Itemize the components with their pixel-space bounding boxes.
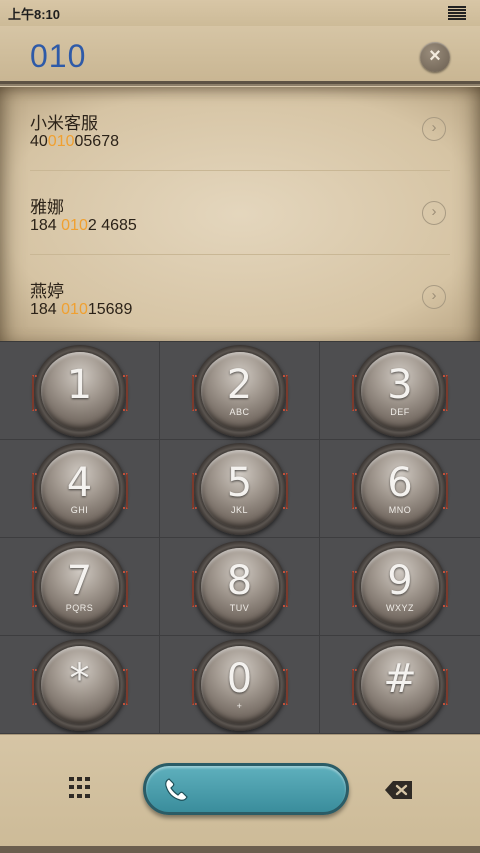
key-2[interactable]: 2 ABC <box>160 342 320 440</box>
key-letters: + <box>236 700 243 711</box>
key-button[interactable]: 6 MNO <box>361 449 439 528</box>
key-button[interactable]: 4 GHI <box>40 449 119 528</box>
key-letters: ABC <box>229 406 250 417</box>
key-star[interactable]: * <box>0 636 160 734</box>
list-item[interactable]: 燕婷 184 01015689 › <box>30 255 450 339</box>
key-digit: # <box>383 655 417 702</box>
key-3[interactable]: 3 DEF <box>320 342 480 440</box>
key-digit: 5 <box>226 459 253 506</box>
contact-phone: 4001005678 <box>30 133 119 150</box>
key-letters: JKL <box>230 504 248 515</box>
key-digit: 4 <box>66 459 93 506</box>
key-letters: TUV <box>229 602 250 613</box>
close-icon[interactable]: × <box>420 42 450 72</box>
key-button[interactable]: * <box>40 645 119 724</box>
key-digit: 6 <box>387 459 413 506</box>
contact-name: 雅娜 <box>30 198 64 218</box>
call-button[interactable] <box>143 763 349 815</box>
contact-phone: 184 0102 4685 <box>30 217 137 234</box>
key-letters: WXYZ <box>386 602 414 613</box>
dialed-number[interactable]: 010 <box>30 38 86 75</box>
contact-name: 小米客服 <box>30 114 98 134</box>
chevron-right-icon[interactable]: › <box>422 201 446 225</box>
key-button[interactable]: 3 DEF <box>361 351 439 430</box>
key-letters: MNO <box>388 504 412 515</box>
key-button[interactable]: 5 JKL <box>200 449 279 528</box>
contact-suggestions: 小米客服 4001005678 › 雅娜 184 0102 4685 › 燕婷 … <box>0 87 480 341</box>
key-digit: 1 <box>66 361 93 408</box>
key-letters: DEF <box>390 406 410 417</box>
key-digit: 7 <box>66 557 93 604</box>
backspace-icon[interactable] <box>384 779 414 801</box>
key-digit: 2 <box>226 361 253 408</box>
key-6[interactable]: 6 MNO <box>320 440 480 538</box>
key-digit: 0 <box>226 655 253 702</box>
key-8[interactable]: 8 TUV <box>160 538 320 636</box>
key-button[interactable]: # <box>361 645 439 724</box>
list-item[interactable]: 小米客服 4001005678 › <box>30 87 450 171</box>
key-4[interactable]: 4 GHI <box>0 440 160 538</box>
dialpad-icon[interactable] <box>68 777 90 799</box>
key-9[interactable]: 9 WXYZ <box>320 538 480 636</box>
key-letters: PQRS <box>65 602 94 613</box>
key-button[interactable]: 0 + <box>200 645 279 724</box>
bottom-bar <box>0 734 480 846</box>
dial-header: 010 × <box>0 26 480 84</box>
key-digit: * <box>69 655 90 702</box>
key-hash[interactable]: # <box>320 636 480 734</box>
key-button[interactable]: 8 TUV <box>200 547 279 626</box>
key-letters: GHI <box>70 504 89 515</box>
key-digit: 9 <box>387 557 413 604</box>
key-digit: 3 <box>387 361 413 408</box>
key-7[interactable]: 7 PQRS <box>0 538 160 636</box>
key-button[interactable]: 7 PQRS <box>40 547 119 626</box>
status-bar: 上午8:10 <box>0 0 480 26</box>
key-1[interactable]: 1 <box>0 342 160 440</box>
contact-phone: 184 01015689 <box>30 301 133 318</box>
chevron-right-icon[interactable]: › <box>422 285 446 309</box>
key-0[interactable]: 0 + <box>160 636 320 734</box>
key-button[interactable]: 2 ABC <box>200 351 279 430</box>
keypad: 1 2 ABC 3 DEF 4 GHI 5 JKL 6 MNO 7 PQRS 8 TUV 9W… <box>0 341 480 734</box>
key-5[interactable]: 5 JKL <box>160 440 320 538</box>
chevron-right-icon[interactable]: › <box>422 117 446 141</box>
bottom-edge <box>0 846 480 853</box>
contact-name: 燕婷 <box>30 282 64 302</box>
status-time: 上午8:10 <box>8 6 61 22</box>
phone-icon <box>165 778 188 801</box>
key-digit: 8 <box>226 557 253 604</box>
key-button[interactable]: 9 WXYZ <box>361 547 439 626</box>
key-button[interactable]: 1 <box>40 351 119 430</box>
menu-lines-icon <box>448 6 466 20</box>
list-item[interactable]: 雅娜 184 0102 4685 › <box>30 171 450 255</box>
